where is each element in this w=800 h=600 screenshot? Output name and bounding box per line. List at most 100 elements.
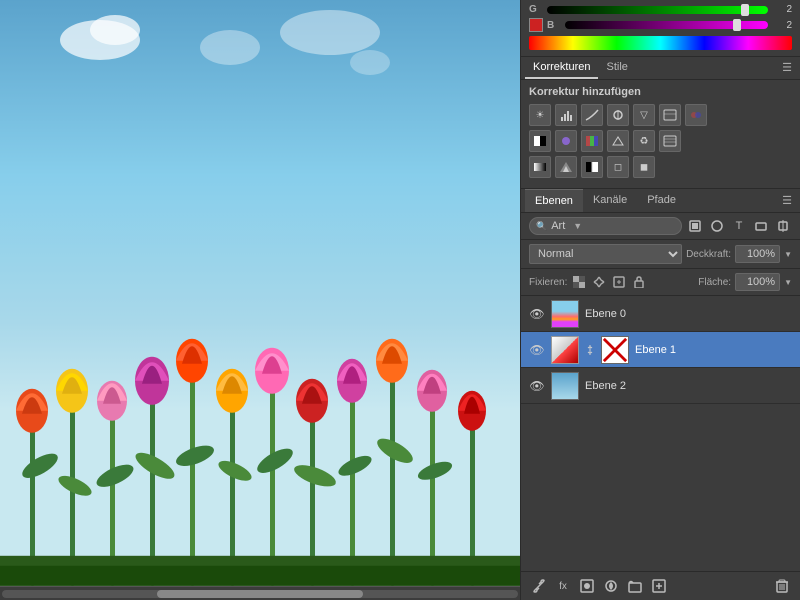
fixieren-label: Fixieren: xyxy=(529,277,567,288)
color-spectrum[interactable] xyxy=(529,36,792,50)
layer-filter-adjustment[interactable] xyxy=(708,217,726,235)
search-type-label: Art xyxy=(551,220,565,232)
solid-color-icon[interactable]: ◻ xyxy=(607,156,629,178)
flaeche-dropdown-arrow[interactable]: ▼ xyxy=(784,278,792,287)
exposure-icon[interactable] xyxy=(607,104,629,126)
layer-filter-text[interactable]: T xyxy=(730,217,748,235)
b-slider-track[interactable] xyxy=(565,21,768,29)
new-group-button[interactable] xyxy=(625,576,645,596)
channelmixer-icon[interactable] xyxy=(581,130,603,152)
layer-filter-row: 🔍 Art ▼ T xyxy=(521,213,800,240)
fix-lock-icon[interactable] xyxy=(631,274,647,290)
g-label: G xyxy=(529,4,543,15)
tab-pfade[interactable]: Pfade xyxy=(637,189,686,212)
canvas-area xyxy=(0,0,520,600)
fix-transform-icon[interactable] xyxy=(611,274,627,290)
g-slider-thumb[interactable] xyxy=(741,4,749,16)
corrections-panel-menu[interactable]: ☰ xyxy=(778,57,796,79)
layer-thumb-image-0 xyxy=(552,301,578,327)
curves-icon[interactable] xyxy=(581,104,603,126)
invert-icon[interactable]: ♻ xyxy=(633,130,655,152)
vibrance-icon[interactable]: ▽ xyxy=(633,104,655,126)
levels-icon[interactable] xyxy=(555,104,577,126)
search-dropdown-arrow[interactable]: ▼ xyxy=(573,221,582,231)
b-slider-row: B 2 xyxy=(529,18,792,32)
canvas-scrollbar-horizontal[interactable] xyxy=(0,586,520,600)
delete-layer-button[interactable] xyxy=(772,576,792,596)
b-color-swatch xyxy=(529,18,543,32)
b-value: 2 xyxy=(772,20,792,31)
layer-item-1[interactable]: 👁 Ebene 1 xyxy=(521,332,800,368)
colorlookup-icon[interactable] xyxy=(607,130,629,152)
layer-mask-link xyxy=(585,343,595,357)
search-icon: 🔍 xyxy=(536,221,547,232)
layer-thumbnail-2 xyxy=(551,372,579,400)
layer-thumbnail-0 xyxy=(551,300,579,328)
layers-panel-menu[interactable]: ☰ xyxy=(778,189,796,212)
b-label: B xyxy=(547,20,561,31)
bw-icon[interactable] xyxy=(529,130,551,152)
layers-toolbar: fx xyxy=(521,571,800,600)
korrektur-title: Korrektur hinzufügen xyxy=(529,86,792,98)
corrections-tabs: Korrekturen Stile ☰ xyxy=(521,57,800,80)
layer-filter-pixel[interactable] xyxy=(686,217,704,235)
layer-mask-0 xyxy=(601,336,629,364)
colorbalance-icon[interactable] xyxy=(685,104,707,126)
g-slider-row: G 2 xyxy=(529,4,792,15)
right-panel: G 2 B 2 Korrekturen Stile ☰ xyxy=(520,0,800,600)
flowers-svg xyxy=(0,117,520,586)
fix-checkerboard-icon[interactable] xyxy=(571,274,587,290)
layer-visibility-2[interactable]: 👁 xyxy=(529,378,545,394)
hsl-icon[interactable] xyxy=(659,104,681,126)
layer-search-box[interactable]: 🔍 Art ▼ xyxy=(529,217,682,235)
mask-content xyxy=(602,337,628,363)
new-adjustment-layer-button[interactable] xyxy=(601,576,621,596)
korrektur-icons-row-2: ♻ xyxy=(529,130,792,152)
korrektur-icons-row-1: ☀ ▽ xyxy=(529,104,792,126)
layer-name-2: Ebene 2 xyxy=(585,380,792,392)
layer-item-0[interactable]: 👁 Ebene 0 xyxy=(521,296,800,332)
gradient-icon[interactable] xyxy=(529,156,551,178)
flaeche-value[interactable]: 100% xyxy=(735,273,780,291)
brightness-contrast-icon[interactable]: ☀ xyxy=(529,104,551,126)
tab-ebenen[interactable]: Ebenen xyxy=(525,189,583,212)
g-value: 2 xyxy=(772,4,792,15)
opacity-dropdown-arrow[interactable]: ▼ xyxy=(784,250,792,259)
tab-kanaele[interactable]: Kanäle xyxy=(583,189,637,212)
layer-visibility-1[interactable]: 👁 xyxy=(529,342,545,358)
blend-mode-select[interactable]: Normal Multiplizieren Bildschirm xyxy=(529,244,682,264)
opacity-value[interactable]: 100% xyxy=(735,245,780,263)
b-slider-thumb[interactable] xyxy=(733,19,741,31)
tab-korrekturen[interactable]: Korrekturen xyxy=(525,57,598,79)
layer-item-2[interactable]: 👁 Ebene 2 xyxy=(521,368,800,404)
layer-name-0: Ebene 0 xyxy=(585,308,792,320)
layer-tabs: Ebenen Kanäle Pfade ☰ xyxy=(521,189,800,213)
layer-visibility-0[interactable]: 👁 xyxy=(529,306,545,322)
layer-thumbnail-1 xyxy=(551,336,579,364)
fix-move-icon[interactable] xyxy=(591,274,607,290)
link-layers-button[interactable] xyxy=(529,576,549,596)
posterize-icon[interactable] xyxy=(659,130,681,152)
photofilter-icon[interactable] xyxy=(555,130,577,152)
add-mask-button[interactable] xyxy=(577,576,597,596)
fixieren-row: Fixieren: Fläche: 100% ▼ xyxy=(521,269,800,296)
scrollbar-thumb[interactable] xyxy=(157,590,363,598)
pattern-icon[interactable]: ◼ xyxy=(633,156,655,178)
tab-stile[interactable]: Stile xyxy=(598,57,635,79)
opacity-label: Deckkraft: xyxy=(686,249,731,260)
g-slider-track[interactable] xyxy=(547,6,768,14)
layer-name-1: Ebene 1 xyxy=(635,344,792,356)
flaeche-label: Fläche: xyxy=(698,277,731,288)
layers-list: 👁 Ebene 0 👁 xyxy=(521,296,800,571)
layer-thumb-image-2 xyxy=(552,373,578,399)
layer-filter-shape[interactable] xyxy=(752,217,770,235)
canvas-image xyxy=(0,0,520,586)
selective-color-icon[interactable] xyxy=(555,156,577,178)
blend-opacity-row: Normal Multiplizieren Bildschirm Deckkra… xyxy=(521,240,800,269)
layer-thumb-image-1 xyxy=(552,337,578,363)
threshold-icon[interactable] xyxy=(581,156,603,178)
new-layer-button[interactable] xyxy=(649,576,669,596)
fx-button[interactable]: fx xyxy=(553,576,573,596)
layer-filter-smart[interactable] xyxy=(774,217,792,235)
scrollbar-track[interactable] xyxy=(2,590,518,598)
